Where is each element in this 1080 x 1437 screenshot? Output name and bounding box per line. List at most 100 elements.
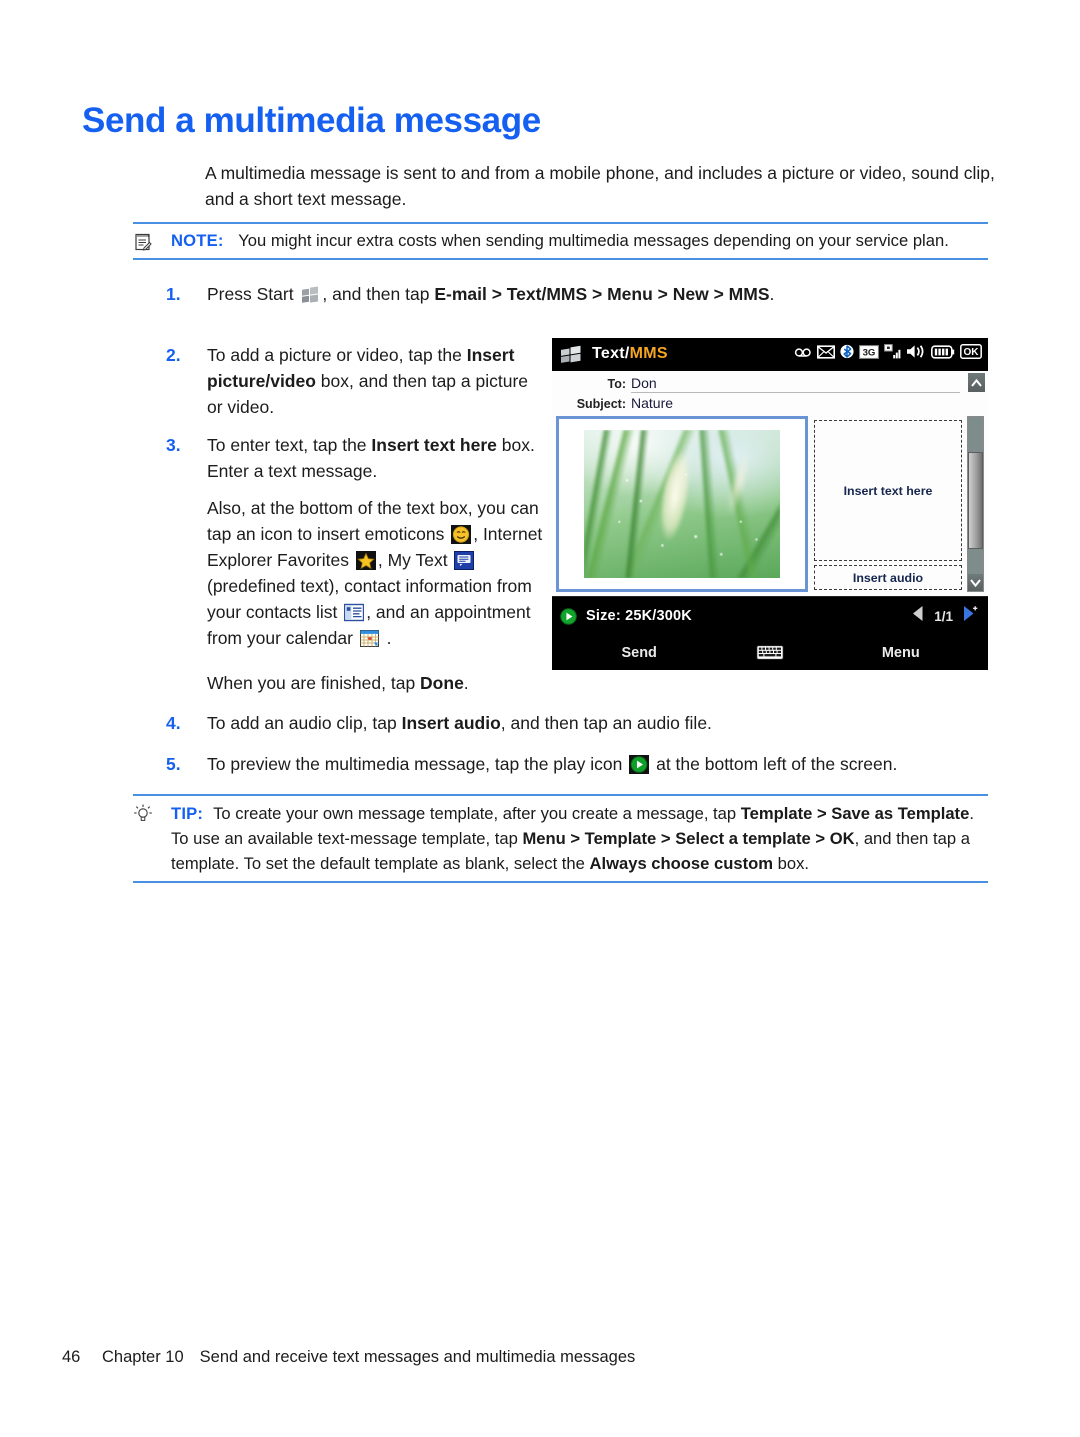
step-4-text-a: To add an audio clip, tap [207, 713, 402, 733]
step-1-text-d: . [769, 284, 775, 304]
envelope-icon[interactable] [817, 344, 835, 364]
step-1: 1. Press Start , and then tap E-mail > T… [166, 281, 966, 307]
step-2: 2. To add a picture or video, tap the In… [166, 342, 538, 420]
3g-icon[interactable]: 3G [859, 344, 879, 364]
step-5-text-a: To preview the multimedia message, tap t… [207, 754, 628, 774]
svg-text:3G: 3G [863, 347, 876, 358]
insert-text-here-label: Insert text here [843, 483, 933, 498]
step-4-bold: Insert audio [401, 713, 501, 733]
tip-text-g: box. [773, 854, 809, 873]
contacts-card-icon [344, 603, 365, 622]
tip-label: TIP: [171, 804, 204, 823]
s3b-text-f: . [381, 628, 392, 648]
footer-page-number: 46 [62, 1348, 81, 1366]
mms-status-line: Size: 25K/300K 1/1 [552, 596, 988, 635]
note-admonition: NOTE: You might incur extra costs when s… [133, 222, 988, 260]
phone-title-accent: MMS [629, 345, 668, 362]
my-text-bubble-icon [454, 551, 475, 570]
s3c-text-a: When you are finished, tap [207, 673, 421, 693]
insert-audio-label: Insert audio [852, 570, 924, 585]
step-2-text-a: To add a picture or video, tap the [207, 345, 467, 365]
menu-softkey[interactable]: Menu [814, 645, 988, 661]
send-softkey[interactable]: Send [552, 645, 726, 661]
battery-icon[interactable] [931, 344, 955, 364]
step-1-menu-path: E-mail > Text/MMS > Menu > New > MMS [434, 284, 770, 304]
mms-slide-canvas: Insert text here Insert audio [552, 412, 988, 596]
step-2-number: 2. [166, 345, 181, 365]
scrollbar-thumb[interactable] [968, 451, 983, 549]
volume-icon[interactable] [906, 344, 926, 364]
page-title: Send a multimedia message [82, 101, 541, 140]
s3c-bold: Done [420, 673, 464, 693]
tip-bold-2: Menu > Template > Select a template > OK [522, 829, 855, 848]
windows-start-icon [300, 285, 320, 304]
footer-chapter: Chapter 10 [102, 1348, 184, 1366]
note-icon [133, 230, 159, 254]
phone-title-main: Text [592, 345, 625, 362]
step-5-number: 5. [166, 754, 181, 774]
photo-dew-drops [584, 430, 780, 578]
step-1-number: 1. [166, 284, 181, 304]
play-icon [629, 755, 650, 774]
scrollbar-track[interactable] [968, 417, 983, 574]
footer-title: Send and receive text messages and multi… [199, 1348, 636, 1366]
note-text: You might incur extra costs when sending… [238, 231, 949, 250]
slide-pager: 1/1 [911, 605, 980, 627]
phone-screenshot: Text/MMS 3G OK To: Don Subject: Nature I… [552, 338, 988, 670]
phone-header-fields: To: Don Subject: Nature [552, 370, 988, 414]
windows-start-icon[interactable] [560, 345, 582, 363]
subject-label: Subject: [576, 397, 626, 411]
play-icon[interactable] [560, 607, 577, 625]
step-4-number: 4. [166, 713, 181, 733]
phone-titlebar: Text/MMS 3G OK [552, 338, 988, 370]
message-size-label: Size: 25K/300K [586, 608, 692, 624]
vertical-scrollbar[interactable] [967, 416, 984, 592]
svg-text:OK: OK [964, 347, 980, 358]
to-input[interactable]: Don [631, 374, 960, 393]
s3c-text-c: . [463, 673, 469, 693]
to-row: To: Don [552, 374, 988, 394]
favorites-star-icon [355, 551, 376, 570]
bluetooth-icon[interactable] [840, 344, 854, 364]
tip-text-a: To create your own message template, aft… [213, 804, 741, 823]
phone-softkey-bar: Send Menu [552, 635, 988, 670]
step-4-text-c: , and then tap an audio file. [500, 713, 712, 733]
step-1-text-b: , and then tap [322, 284, 435, 304]
subject-input[interactable]: Nature [631, 394, 960, 413]
to-label: To: [607, 377, 626, 391]
scroll-up-button[interactable] [968, 373, 985, 392]
keyboard-icon[interactable] [726, 644, 813, 661]
scroll-down-button[interactable] [968, 574, 983, 591]
step-4: 4. To add an audio clip, tap Insert audi… [166, 710, 966, 736]
step-3-text-a: To enter text, tap the [207, 435, 372, 455]
insert-text-here-box[interactable]: Insert text here [814, 420, 962, 561]
step-5: 5. To preview the multimedia message, ta… [166, 751, 996, 777]
prev-slide-icon[interactable] [911, 605, 925, 627]
step-3-done-paragraph: When you are finished, tap Done. [207, 670, 547, 696]
step-3: 3. To enter text, tap the Insert text he… [166, 432, 538, 484]
step-3-bold: Insert text here [371, 435, 497, 455]
voicemail-icon[interactable] [794, 345, 812, 363]
phone-title: Text/MMS [592, 345, 668, 363]
tip-bold-1: Template > Save as Template [740, 804, 970, 823]
note-label: NOTE: [171, 231, 224, 250]
tip-admonition: TIP: To create your own message template,… [133, 794, 988, 883]
signal-bars-icon[interactable] [884, 344, 901, 364]
page-footer: 46 Chapter 10 Send and receive text mess… [62, 1348, 635, 1367]
step-1-text-a: Press Start [207, 284, 299, 304]
insert-picture-video-box[interactable] [556, 416, 808, 592]
emoticon-icon [451, 525, 472, 544]
step-3-icons-paragraph: Also, at the bottom of the text box, you… [207, 495, 547, 651]
slide-right-pane: Insert text here Insert audio [808, 416, 964, 592]
document-page: Send a multimedia message A multimedia m… [0, 0, 1080, 1437]
nature-grass-photo [584, 430, 780, 578]
step-3-number: 3. [166, 435, 181, 455]
next-slide-icon[interactable] [962, 605, 980, 627]
intro-paragraph: A multimedia message is sent to and from… [205, 163, 995, 209]
slide-counter: 1/1 [934, 608, 953, 624]
calendar-icon [359, 629, 380, 648]
ok-icon[interactable]: OK [960, 344, 982, 364]
insert-audio-box[interactable]: Insert audio [814, 565, 962, 590]
tip-bold-3: Always choose custom [589, 854, 773, 873]
subject-row: Subject: Nature [552, 394, 988, 414]
